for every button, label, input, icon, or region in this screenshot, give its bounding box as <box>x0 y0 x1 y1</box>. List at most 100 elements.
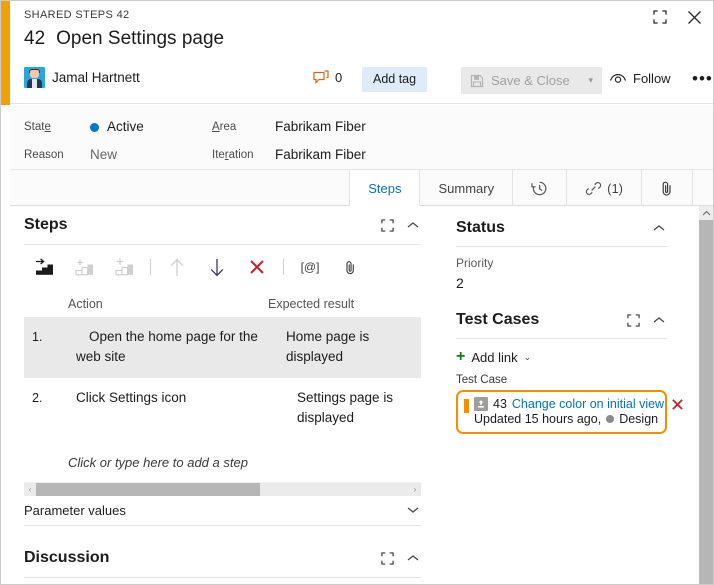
field-state-value-wrap[interactable]: Active <box>90 119 144 134</box>
scroll-left-arrow-icon[interactable]: ‹ <box>24 485 36 494</box>
attachment-icon <box>660 180 674 197</box>
field-iteration: Iteration Fabrikam Fiber <box>212 147 366 162</box>
tab-summary[interactable]: Summary <box>419 170 512 206</box>
insert-step-icon[interactable] <box>24 253 64 281</box>
comment-count[interactable]: 0 <box>313 70 342 85</box>
attach-file-icon[interactable] <box>330 253 370 281</box>
panel-vertical-scrollbar[interactable] <box>699 206 713 584</box>
expand-icon[interactable] <box>381 218 394 232</box>
step-expected[interactable]: Settings page is displayed <box>284 388 421 427</box>
tab-links[interactable]: (1) <box>566 170 641 206</box>
step-number: 2. <box>32 391 43 406</box>
test-case-icon <box>474 397 488 411</box>
steps-grid-header: Action Expected result <box>24 291 421 317</box>
delete-step-icon[interactable] <box>237 253 277 281</box>
expand-icon[interactable] <box>627 313 640 327</box>
status-section-header: Status <box>456 210 667 247</box>
step-action[interactable]: Click Settings icon <box>70 388 284 408</box>
header-toolbar: Jamal Hartnett 0 Add tag Save & Close ▾ … <box>24 67 712 95</box>
field-area-label: Area <box>212 120 237 133</box>
scrollbar-track[interactable] <box>699 220 713 584</box>
insert-shared-steps-icon <box>64 253 104 281</box>
tab-strip: Steps Summary (1) <box>10 170 713 207</box>
field-state-label: State <box>24 120 51 133</box>
add-tag-button[interactable]: Add tag <box>362 67 428 92</box>
chevron-up-icon[interactable] <box>405 219 421 231</box>
save-and-close-label: Save & Close <box>491 73 570 88</box>
remove-link-icon[interactable] <box>671 398 684 411</box>
test-case-group-label: Test Case <box>456 374 508 386</box>
add-link-label: Add link <box>471 349 518 365</box>
follow-button[interactable]: Follow <box>609 71 671 86</box>
test-case-meta: Updated 15 hours ago, Design <box>474 412 659 426</box>
comment-icon <box>313 70 329 85</box>
more-actions-button[interactable]: ••• <box>692 69 713 89</box>
eye-icon <box>609 72 627 85</box>
breadcrumb: SHARED STEPS 42 <box>24 9 130 21</box>
test-case-id: 43 <box>493 397 507 411</box>
status-section-title: Status <box>456 219 505 236</box>
scroll-right-arrow-icon[interactable]: › <box>409 485 421 494</box>
field-iteration-value[interactable]: Fabrikam Fiber <box>275 147 366 162</box>
column-action: Action <box>68 297 103 311</box>
steps-horizontal-scrollbar[interactable]: ‹ › <box>24 482 421 496</box>
avatar <box>24 67 45 88</box>
save-and-close-button[interactable]: Save & Close ▾ <box>461 67 602 94</box>
tab-attachments[interactable] <box>641 170 693 206</box>
table-row[interactable]: 2. Click Settings icon Settings page is … <box>24 378 421 439</box>
column-expected-result: Expected result <box>268 297 355 311</box>
tab-steps[interactable]: Steps <box>349 170 420 207</box>
field-area-value[interactable]: Fabrikam Fiber <box>275 119 366 134</box>
add-step-placeholder[interactable]: Click or type here to add a step <box>24 439 421 470</box>
insert-parameter-icon[interactable]: [@] <box>290 253 330 281</box>
chevron-down-icon[interactable]: ⌄ <box>524 352 532 363</box>
scroll-up-arrow-icon[interactable] <box>699 206 713 220</box>
maximize-icon[interactable] <box>649 6 671 28</box>
test-case-link[interactable]: Change color on initial view <box>512 397 664 411</box>
tab-history[interactable] <box>512 170 566 206</box>
assigned-to[interactable]: Jamal Hartnett <box>24 67 140 88</box>
step-number: 1. <box>32 330 43 344</box>
status-section: Status Priority 2 <box>456 210 667 291</box>
plus-icon: + <box>456 348 466 365</box>
work-item-type-accent-bar <box>1 1 10 105</box>
link-icon <box>585 181 602 196</box>
expand-icon[interactable] <box>381 551 394 565</box>
tab-summary-label: Summary <box>438 180 495 196</box>
state-dot <box>606 415 615 423</box>
toolbar-separator <box>150 259 151 275</box>
close-icon[interactable] <box>683 6 705 28</box>
steps-toolbar: [@] <box>24 252 370 282</box>
test-cases-section-header: Test Cases <box>456 302 667 339</box>
toolbar-separator-2 <box>283 259 284 275</box>
step-expected[interactable]: Home page is displayed <box>284 327 421 366</box>
test-case-updated: Updated 15 hours ago, <box>474 412 602 426</box>
test-cases-section-title: Test Cases <box>456 311 540 328</box>
dialog-header: SHARED STEPS 42 42 Open Settings page Ja… <box>10 1 713 104</box>
create-shared-steps-icon <box>104 253 144 281</box>
chevron-up-icon[interactable] <box>651 222 667 234</box>
move-down-icon[interactable] <box>197 253 237 281</box>
field-reason-value[interactable]: New <box>90 147 117 162</box>
field-reason: Reason New <box>24 147 117 162</box>
test-case-link-card[interactable]: 43 Change color on initial view Updated … <box>456 390 683 434</box>
chevron-down-icon[interactable]: ▾ <box>580 75 602 86</box>
chevron-down-icon[interactable] <box>405 504 421 516</box>
work-item-title[interactable]: Open Settings page <box>56 28 224 50</box>
parameter-values-section[interactable]: Parameter values <box>24 495 421 526</box>
chevron-up-icon[interactable] <box>405 552 421 564</box>
save-icon <box>461 74 491 88</box>
tab-steps-label: Steps <box>368 180 402 196</box>
priority-value[interactable]: 2 <box>456 275 667 291</box>
step-action[interactable]: Open the home page for the web site <box>70 327 284 366</box>
chevron-up-icon[interactable] <box>651 314 667 326</box>
field-iteration-label: Iteration <box>212 148 254 161</box>
add-link-button[interactable]: + Add link ⌄ <box>456 349 667 365</box>
test-case-state: Design <box>619 412 659 426</box>
field-state: State Active <box>24 119 144 134</box>
field-area: Area Fabrikam Fiber <box>212 119 366 134</box>
field-state-value: Active <box>107 119 144 134</box>
field-strip: State Active Reason New Area Fabrikam Fi… <box>10 105 713 170</box>
table-row[interactable]: 1. Open the home page for the web site H… <box>24 317 421 379</box>
discussion-section-header: Discussion <box>24 539 421 578</box>
